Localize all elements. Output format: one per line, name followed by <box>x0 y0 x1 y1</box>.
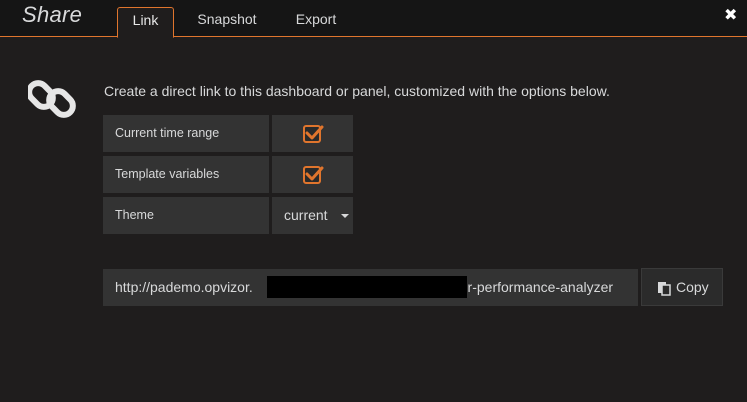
link-icon <box>28 80 76 118</box>
share-description: Create a direct link to this dashboard o… <box>104 83 610 99</box>
share-url-prefix: http://pademo.opvizor. <box>115 279 253 295</box>
close-icon[interactable]: ✖ <box>724 5 737 25</box>
tab-link[interactable]: Link <box>117 7 174 38</box>
redaction-block <box>267 276 467 298</box>
clipboard-icon <box>658 282 671 296</box>
option-value-time-range <box>272 115 353 152</box>
share-url-suffix: zor-performance-analyzer <box>452 279 614 295</box>
modal-title: Share <box>22 2 83 27</box>
checkmark-icon <box>305 166 324 181</box>
copy-button[interactable]: Copy <box>641 268 723 306</box>
theme-select[interactable]: current <box>272 197 353 234</box>
checkmark-icon <box>305 125 324 140</box>
theme-select-value: current <box>284 207 328 223</box>
tab-export[interactable]: Export <box>285 7 347 37</box>
option-label-template-variables: Template variables <box>103 156 269 193</box>
copy-button-label: Copy <box>676 279 709 295</box>
option-label-time-range: Current time range <box>103 115 269 152</box>
template-variables-checkbox[interactable] <box>303 166 324 184</box>
modal-header: Share Link Snapshot Export ✖ <box>0 0 747 38</box>
caret-down-icon <box>341 214 349 218</box>
time-range-checkbox[interactable] <box>303 125 324 143</box>
tab-snapshot[interactable]: Snapshot <box>186 7 268 37</box>
option-label-theme: Theme <box>103 197 269 234</box>
option-value-template-variables <box>272 156 353 193</box>
